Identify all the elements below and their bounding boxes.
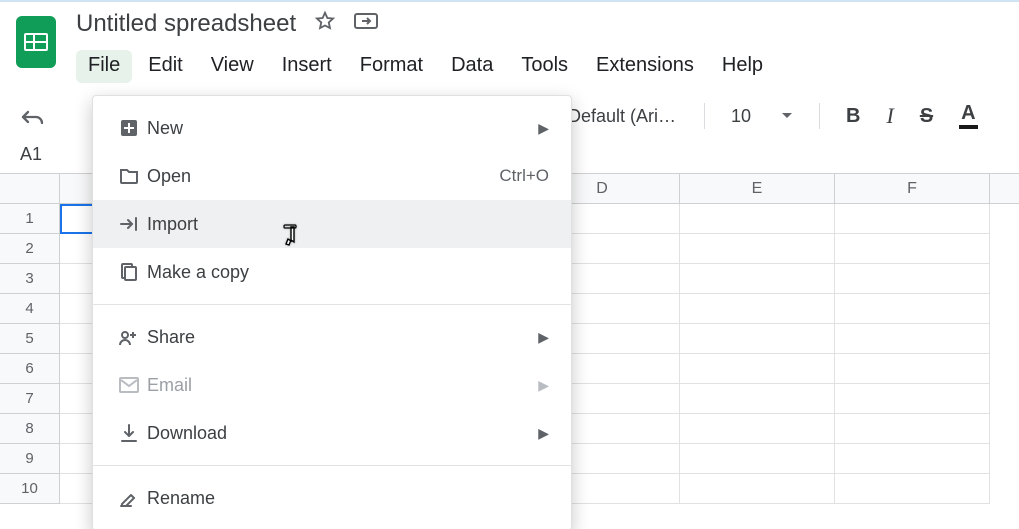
cell[interactable] [835, 264, 990, 294]
select-all-corner[interactable] [0, 174, 60, 203]
cell[interactable] [835, 474, 990, 504]
cell[interactable] [680, 294, 835, 324]
menu-label: Email [147, 375, 538, 396]
font-name: Default (Ari… [568, 106, 676, 127]
file-make-copy[interactable]: Make a copy [93, 248, 571, 296]
file-new[interactable]: New ▶ [93, 104, 571, 152]
italic-button[interactable]: I [886, 103, 893, 129]
file-download[interactable]: Download ▶ [93, 409, 571, 457]
chevron-down-icon [781, 112, 793, 120]
menu-label: Import [147, 214, 549, 235]
menu-label: Download [147, 423, 538, 444]
font-size-picker[interactable]: 10 [731, 106, 793, 127]
file-open[interactable]: Open Ctrl+O [93, 152, 571, 200]
undo-button[interactable] [20, 106, 46, 127]
bold-button[interactable]: B [846, 105, 860, 128]
cell[interactable] [680, 264, 835, 294]
menu-label: Share [147, 327, 538, 348]
cell[interactable] [680, 414, 835, 444]
menu-label: Open [147, 166, 499, 187]
import-icon [111, 216, 147, 232]
cell[interactable] [680, 324, 835, 354]
menu-label: New [147, 118, 538, 139]
strike-button[interactable]: S [920, 105, 933, 128]
submenu-arrow-icon: ▶ [538, 120, 549, 137]
menu-extensions[interactable]: Extensions [584, 50, 706, 83]
cell[interactable] [835, 324, 990, 354]
rename-icon [111, 489, 147, 507]
share-icon [111, 328, 147, 346]
file-import[interactable]: Import [93, 200, 571, 248]
row-header[interactable]: 7 [0, 384, 60, 414]
row-header[interactable]: 5 [0, 324, 60, 354]
row-header[interactable]: 3 [0, 264, 60, 294]
submenu-arrow-icon: ▶ [538, 329, 549, 346]
menu-tools[interactable]: Tools [509, 50, 580, 83]
row-header[interactable]: 1 [0, 204, 60, 234]
menu-data[interactable]: Data [439, 50, 505, 83]
cell[interactable] [680, 474, 835, 504]
file-rename[interactable]: Rename [93, 474, 571, 522]
font-size: 10 [731, 106, 751, 127]
row-header[interactable]: 2 [0, 234, 60, 264]
text-color-button[interactable]: A [959, 103, 977, 129]
row-header[interactable]: 6 [0, 354, 60, 384]
menubar: File Edit View Insert Format Data Tools … [76, 50, 775, 83]
separator [819, 103, 820, 129]
cell[interactable] [835, 444, 990, 474]
cell[interactable] [680, 444, 835, 474]
cell[interactable] [835, 414, 990, 444]
menu-label: Rename [147, 488, 549, 509]
col-header[interactable]: E [680, 174, 835, 203]
file-share[interactable]: Share ▶ [93, 313, 571, 361]
cell[interactable] [835, 384, 990, 414]
cell[interactable] [680, 384, 835, 414]
cell[interactable] [680, 204, 835, 234]
separator [93, 304, 571, 305]
separator [93, 465, 571, 466]
file-dropdown: New ▶ Open Ctrl+O Import Make a copy Sha… [92, 95, 572, 529]
copy-icon [111, 262, 147, 282]
row-header[interactable]: 8 [0, 414, 60, 444]
star-icon[interactable] [314, 10, 336, 38]
move-icon[interactable] [354, 11, 378, 37]
row-header[interactable]: 4 [0, 294, 60, 324]
new-icon [111, 118, 147, 138]
file-email: Email ▶ [93, 361, 571, 409]
font-picker[interactable]: Default (Ari… [568, 106, 678, 127]
cell[interactable] [680, 234, 835, 264]
row-header[interactable]: 10 [0, 474, 60, 504]
menu-file[interactable]: File [76, 50, 132, 83]
cell[interactable] [835, 204, 990, 234]
submenu-arrow-icon: ▶ [538, 377, 549, 394]
doc-title[interactable]: Untitled spreadsheet [76, 10, 296, 38]
sheets-logo[interactable] [16, 16, 56, 68]
col-header[interactable]: F [835, 174, 990, 203]
menu-help[interactable]: Help [710, 50, 775, 83]
submenu-arrow-icon: ▶ [538, 425, 549, 442]
email-icon [111, 377, 147, 393]
menu-format[interactable]: Format [348, 50, 435, 83]
menu-insert[interactable]: Insert [270, 50, 344, 83]
shortcut: Ctrl+O [499, 166, 549, 186]
cell[interactable] [835, 234, 990, 264]
menu-edit[interactable]: Edit [136, 50, 194, 83]
download-icon [111, 423, 147, 443]
separator [704, 103, 705, 129]
cell[interactable] [835, 294, 990, 324]
header: Untitled spreadsheet File Edit View Inse… [0, 2, 1019, 90]
folder-icon [111, 167, 147, 185]
row-header[interactable]: 9 [0, 444, 60, 474]
menu-label: Make a copy [147, 262, 549, 283]
cell[interactable] [835, 354, 990, 384]
cell[interactable] [680, 354, 835, 384]
menu-view[interactable]: View [199, 50, 266, 83]
